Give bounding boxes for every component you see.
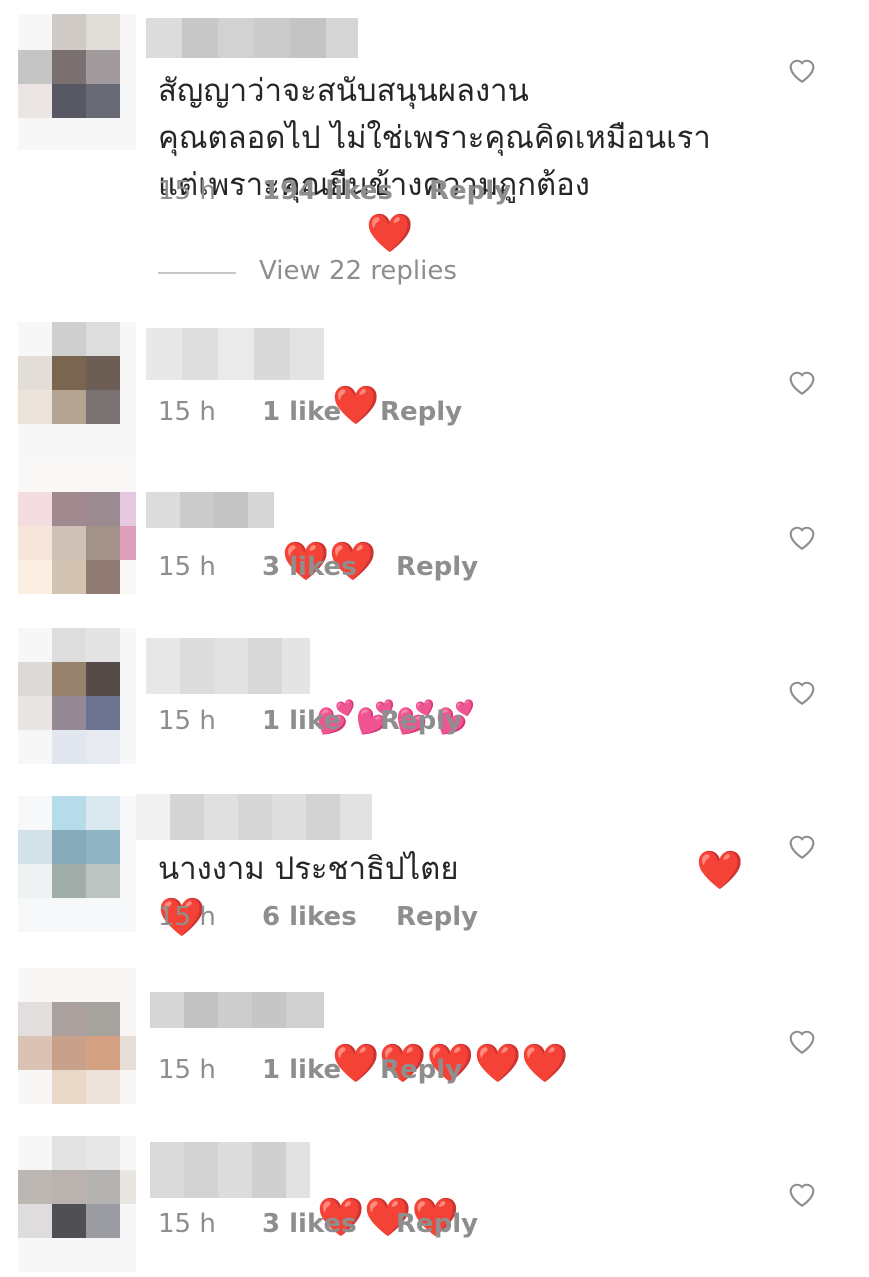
like-button[interactable] — [786, 676, 818, 706]
heart-outline-icon — [789, 1030, 815, 1054]
view-replies-label: View 22 replies — [259, 256, 457, 286]
likes-count[interactable]: 1 like — [262, 397, 341, 427]
heart-outline-icon — [789, 681, 815, 705]
likes-count[interactable]: 3 likes — [262, 552, 357, 582]
likes-count[interactable]: 194 likes — [262, 176, 393, 206]
divider-line — [158, 272, 236, 274]
heart-outline-icon — [789, 835, 815, 859]
comment-time: 15 h — [158, 902, 216, 932]
like-button[interactable] — [786, 366, 818, 396]
heart-emoji: ❤️ — [366, 211, 414, 255]
comment-text-body: นางงาม ประชาธิปไตย — [158, 851, 459, 887]
comment-time: 15 h — [158, 1209, 216, 1239]
username-redacted[interactable] — [150, 992, 324, 1028]
username-redacted[interactable] — [146, 638, 310, 694]
avatar[interactable] — [18, 322, 136, 458]
heart-outline-icon — [789, 371, 815, 395]
comment-time: 15 h — [158, 397, 216, 427]
username-redacted[interactable] — [150, 1142, 310, 1198]
comment-time: 15 h — [158, 176, 216, 206]
reply-button[interactable]: Reply — [380, 706, 462, 736]
reply-button[interactable]: Reply — [429, 176, 511, 206]
like-button[interactable] — [786, 830, 818, 860]
reply-button[interactable]: Reply — [396, 552, 478, 582]
reply-button[interactable]: Reply — [380, 1055, 462, 1085]
avatar[interactable] — [18, 968, 136, 1104]
likes-count[interactable]: 1 like — [262, 1055, 341, 1085]
username-redacted[interactable] — [146, 328, 324, 380]
comment-time: 15 h — [158, 1055, 216, 1085]
reply-button[interactable]: Reply — [396, 1209, 478, 1239]
reply-button[interactable]: Reply — [396, 902, 478, 932]
likes-count[interactable]: 1 like — [262, 706, 341, 736]
heart-outline-icon — [789, 526, 815, 550]
avatar[interactable] — [18, 628, 136, 764]
avatar[interactable] — [18, 1136, 136, 1272]
heart-outline-icon — [789, 59, 815, 83]
like-button[interactable] — [786, 54, 818, 84]
heart-emoji: ❤️ — [696, 848, 744, 892]
comment-text: สัญญาว่าจะสนับสนุนผลงาน คุณตลอดไป ไม่ใช่… — [158, 21, 768, 256]
avatar[interactable] — [18, 458, 136, 594]
like-button[interactable] — [786, 1178, 818, 1208]
heart-outline-icon — [789, 1183, 815, 1207]
avatar[interactable] — [18, 14, 136, 150]
username-redacted[interactable] — [146, 492, 274, 528]
likes-count[interactable]: 3 likes — [262, 1209, 357, 1239]
likes-count[interactable]: 6 likes — [262, 902, 357, 932]
comment-time: 15 h — [158, 552, 216, 582]
like-button[interactable] — [786, 521, 818, 551]
comment-time: 15 h — [158, 706, 216, 736]
like-button[interactable] — [786, 1025, 818, 1055]
reply-button[interactable]: Reply — [380, 397, 462, 427]
